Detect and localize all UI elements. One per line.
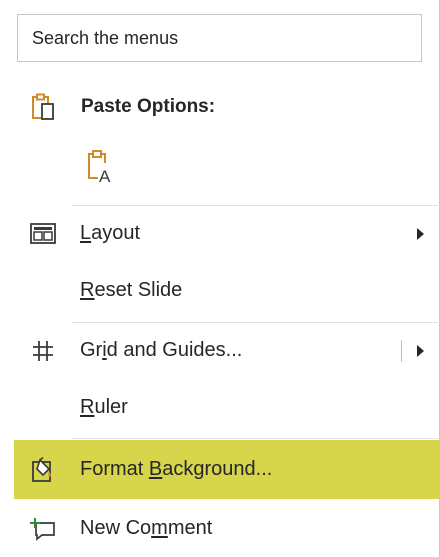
reset-slide-label: Reset Slide: [80, 279, 183, 301]
ruler-label: Ruler: [80, 396, 128, 418]
menu-item-layout[interactable]: Layout: [0, 206, 440, 261]
grid-icon: [26, 334, 60, 368]
new-comment-icon: [26, 512, 60, 546]
paste-keep-text-only-button[interactable]: A: [78, 143, 122, 191]
paste-options-label: Paste Options:: [81, 95, 216, 117]
divider: [72, 438, 440, 439]
svg-text:A: A: [99, 167, 111, 185]
layout-label: Layout: [80, 222, 141, 244]
search-box[interactable]: [17, 14, 422, 62]
submenu-arrow-icon[interactable]: [417, 344, 424, 357]
layout-icon: [26, 217, 60, 251]
menu-item-reset-slide[interactable]: Reset Slide: [0, 263, 440, 318]
clipboard-text-icon: A: [88, 150, 113, 185]
context-menu: Paste Options: A Layout Reset Slide: [0, 0, 440, 557]
paste-options-header: Paste Options:: [0, 79, 440, 134]
format-background-label: Format Background...: [80, 458, 273, 480]
submenu-arrow-icon: [417, 227, 424, 240]
menu-item-ruler[interactable]: Ruler: [0, 380, 440, 435]
menu-item-format-background[interactable]: Format Background...: [0, 441, 440, 498]
grid-and-guides-label: Grid and Guides...: [80, 339, 243, 361]
menu-item-grid-and-guides[interactable]: Grid and Guides...: [0, 323, 440, 378]
clipboard-icon: [26, 90, 60, 124]
new-comment-label: New Comment: [80, 517, 213, 539]
split-separator: [401, 339, 402, 362]
search-input[interactable]: [30, 26, 421, 50]
menu-item-new-comment[interactable]: New Comment: [0, 501, 440, 556]
format-background-icon: [26, 453, 60, 487]
